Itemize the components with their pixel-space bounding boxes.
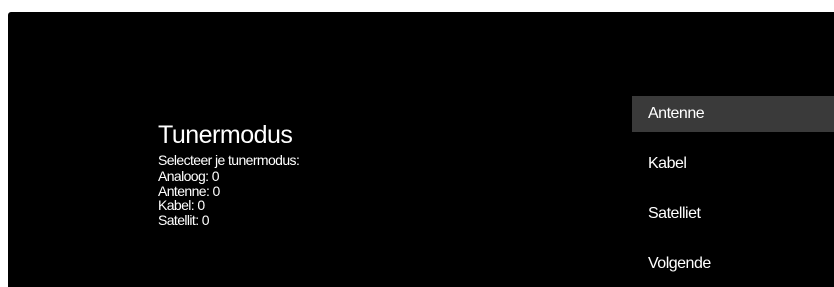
antenna-count: Antenne: 0 [158,182,220,199]
menu-item-antenne[interactable]: Antenne [632,96,834,132]
menu-item-satelliet[interactable]: Satelliet [632,196,834,232]
next-button[interactable]: Volgende [632,246,834,282]
satellite-count: Satellit: 0 [158,211,210,228]
tuner-mode-info: Tunermodus Selecteer je tunermodus: Anal… [158,118,300,227]
tv-screen: Tunermodus Selecteer je tunermodus: Anal… [8,12,834,287]
select-prompt: Selecteer je tunermodus: [158,152,300,168]
cable-count: Kabel: 0 [158,197,205,213]
channel-count-list: Analoog: 0 Antenne: 0 Kabel: 0 Satellit:… [158,169,299,227]
analog-count: Analoog: 0 [158,168,220,184]
page-title: Tunermodus [158,121,293,149]
menu-item-kabel[interactable]: Kabel [632,146,834,182]
tuner-mode-menu: Antenne Kabel Satelliet Volgende [632,96,834,287]
